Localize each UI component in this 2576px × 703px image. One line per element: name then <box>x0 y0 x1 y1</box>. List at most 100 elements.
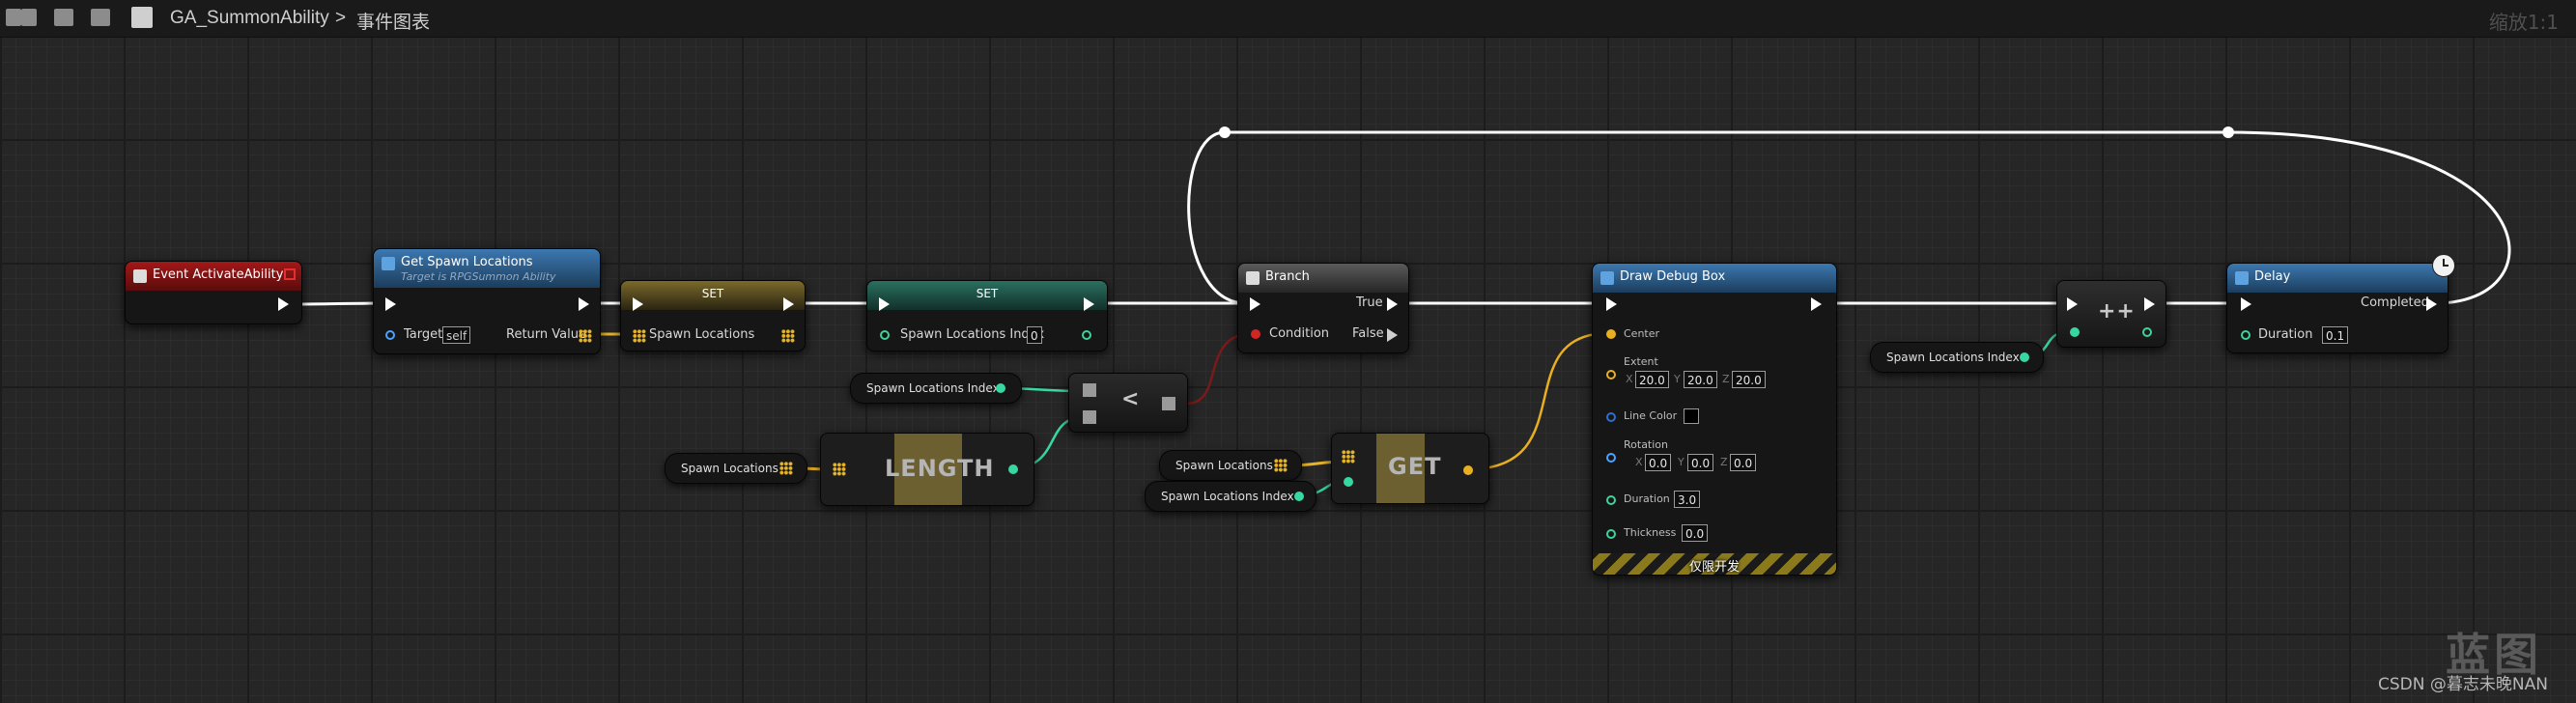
node-header: Event ActivateAbility <box>126 262 301 291</box>
duration-pin[interactable] <box>2241 330 2250 340</box>
completed-label: Completed <box>2361 295 2429 310</box>
int-in-pin[interactable] <box>1344 477 1353 487</box>
extent-y-value[interactable]: 20.0 <box>1684 371 1717 388</box>
int-out-pin[interactable] <box>2142 327 2152 337</box>
exec-out-pin[interactable] <box>579 297 589 311</box>
int-out-pin[interactable] <box>1008 464 1018 474</box>
exec-out-pin[interactable] <box>783 297 794 311</box>
duration-pin[interactable] <box>1606 495 1616 505</box>
exec-in-pin[interactable] <box>1250 297 1260 311</box>
rotation-x-axis: X <box>1635 456 1643 468</box>
extent-x-value[interactable]: 20.0 <box>1635 371 1669 388</box>
set-spawn-locations-node[interactable]: SET Spawn Locations <box>620 280 806 352</box>
true-label: True <box>1356 295 1383 310</box>
thickness-value[interactable]: 0.0 <box>1682 524 1709 542</box>
exec-in-pin[interactable] <box>879 297 890 311</box>
getter-label: Spawn Locations Index <box>1886 351 2020 364</box>
true-exec-out-pin[interactable] <box>1387 297 1398 311</box>
exec-in-pin[interactable] <box>2241 297 2251 311</box>
blueprint-graph-canvas[interactable]: GA_SummonAbility > 事件图表 缩放1:1 Event Acti… <box>0 0 2576 703</box>
center-pin[interactable] <box>1606 329 1616 339</box>
branch-node[interactable]: Branch True Condition False <box>1237 263 1409 353</box>
false-exec-out-pin[interactable] <box>1387 328 1398 342</box>
getter-label: Spawn Locations <box>1175 459 1273 472</box>
pin-label: Spawn Locations <box>649 327 755 342</box>
array-in-pin[interactable] <box>1342 450 1355 464</box>
array-in-pin[interactable] <box>633 329 646 343</box>
array-in-pin[interactable] <box>833 463 846 476</box>
exec-in-pin[interactable] <box>1606 297 1617 311</box>
rotation-y-axis: Y <box>1678 456 1684 468</box>
node-title: Draw Debug Box <box>1620 269 1726 284</box>
array-length-node[interactable]: LENGTH <box>820 433 1034 506</box>
exec-out-pin[interactable] <box>1084 297 1094 311</box>
condition-label: Condition <box>1269 326 1330 341</box>
delegate-pin-icon[interactable] <box>284 268 296 280</box>
vector-out-pin[interactable] <box>1463 465 1473 475</box>
draw-debug-box-node[interactable]: Draw Debug Box Center Extent X 20.0 Y 20… <box>1592 263 1837 576</box>
increment-node[interactable]: ++ <box>2056 280 2166 348</box>
thickness-pin[interactable] <box>1606 529 1616 539</box>
less-than-node[interactable]: < <box>1068 373 1188 433</box>
event-activate-ability-node[interactable]: Event ActivateAbility <box>125 261 302 324</box>
spawn-locations-index-getter[interactable]: Spawn Locations Index <box>850 373 1022 404</box>
int-in-pin[interactable] <box>2070 327 2080 337</box>
false-label: False <box>1352 326 1384 341</box>
array-out-pin[interactable] <box>779 462 793 475</box>
rotation-pin[interactable] <box>1606 453 1616 463</box>
line-color-pin[interactable] <box>1606 412 1616 422</box>
exec-out-pin[interactable] <box>2144 297 2155 311</box>
exec-in-pin[interactable] <box>633 297 643 311</box>
node-header: Branch <box>1238 264 1408 293</box>
node-title: SET <box>701 287 724 300</box>
int-out-pin[interactable] <box>1082 330 1091 340</box>
bool-out-pin[interactable] <box>1162 397 1175 410</box>
operator-symbol: ++ <box>2098 299 2136 323</box>
exec-wire <box>293 301 384 306</box>
target-value[interactable]: self <box>442 326 471 344</box>
array-out-pin[interactable] <box>1274 459 1288 472</box>
spawn-locations-index-getter[interactable]: Spawn Locations Index <box>1145 481 1316 512</box>
completed-exec-out-pin[interactable] <box>2426 297 2437 311</box>
int-out-pin[interactable] <box>996 383 1005 393</box>
exec-in-pin[interactable] <box>385 297 396 311</box>
delay-node[interactable]: Delay Completed Duration 0.1 <box>2226 254 2455 353</box>
duration-value[interactable]: 3.0 <box>1674 491 1701 508</box>
condition-pin[interactable] <box>1251 329 1260 339</box>
array-get-node[interactable]: GET <box>1331 433 1489 504</box>
rotation-y-value[interactable]: 0.0 <box>1687 454 1714 471</box>
line-color-label: Line Color <box>1624 409 1678 422</box>
rotation-z-axis: Z <box>1720 456 1728 468</box>
index-value[interactable]: 0 <box>1027 326 1042 344</box>
int-in-pin-b[interactable] <box>1083 410 1096 424</box>
int-in-pin[interactable] <box>880 330 890 340</box>
target-pin[interactable] <box>385 330 395 340</box>
rotation-label: Rotation <box>1624 438 1669 451</box>
exec-out-pin[interactable] <box>278 297 289 311</box>
rotation-x-value[interactable]: 0.0 <box>1645 454 1672 471</box>
int-out-pin[interactable] <box>2020 352 2029 362</box>
line-color-swatch[interactable] <box>1684 408 1699 424</box>
node-title: GET <box>1388 453 1442 480</box>
csdn-watermark: CSDN @暮志未晚NAN <box>2378 675 2548 694</box>
exec-out-pin[interactable] <box>1811 297 1822 311</box>
get-spawn-locations-node[interactable]: Get Spawn Locations Target is RPGSummon … <box>373 248 601 354</box>
array-out-pin[interactable] <box>781 329 795 343</box>
extent-z-value[interactable]: 20.0 <box>1732 371 1766 388</box>
function-icon <box>382 257 395 270</box>
duration-value[interactable]: 0.1 <box>2322 326 2349 344</box>
int-in-pin-a[interactable] <box>1083 383 1096 397</box>
spawn-locations-getter[interactable]: Spawn Locations <box>1159 450 1302 481</box>
function-icon <box>2235 271 2249 285</box>
exec-in-pin[interactable] <box>2067 297 2078 311</box>
node-header: Draw Debug Box <box>1593 264 1836 293</box>
set-spawn-locations-index-node[interactable]: SET Spawn Locations Index 0 <box>866 280 1108 352</box>
spawn-locations-getter[interactable]: Spawn Locations <box>665 453 807 484</box>
int-out-pin[interactable] <box>1294 492 1304 501</box>
latent-clock-icon <box>2432 254 2455 277</box>
rotation-z-value[interactable]: 0.0 <box>1730 454 1757 471</box>
extent-pin[interactable] <box>1606 370 1616 380</box>
getter-label: Spawn Locations <box>681 462 778 475</box>
spawn-locations-index-getter[interactable]: Spawn Locations Index <box>1870 342 2044 373</box>
array-out-pin[interactable] <box>579 329 592 343</box>
